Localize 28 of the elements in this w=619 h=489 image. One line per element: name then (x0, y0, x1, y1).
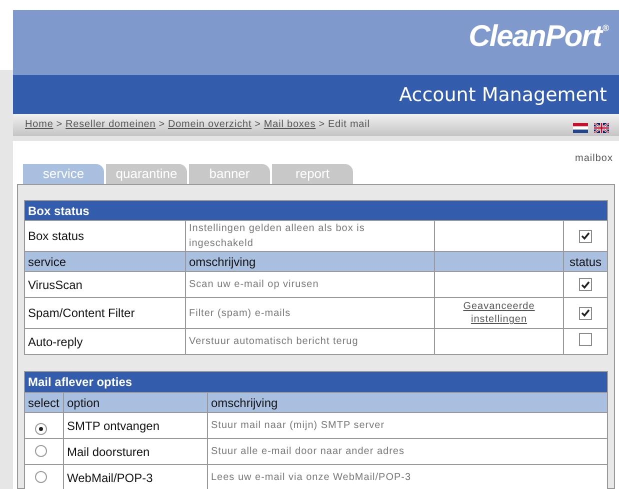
radio-button[interactable] (35, 445, 47, 458)
table-title: Box status (24, 200, 608, 221)
breadcrumb-separator: > (318, 118, 325, 132)
radio-button[interactable] (35, 471, 47, 484)
checkbox[interactable] (579, 278, 592, 292)
checkbox[interactable] (579, 230, 592, 243)
breadcrumb-link[interactable]: Home (25, 117, 54, 132)
dutch-flag-icon[interactable] (573, 123, 588, 134)
breadcrumb-link[interactable]: Mail boxes (264, 117, 316, 132)
section-label: mailbox (575, 152, 613, 166)
page-title: Account Management (399, 82, 607, 108)
radio-button[interactable] (35, 423, 47, 436)
british-flag-icon[interactable] (594, 123, 609, 134)
checkmark-icon (581, 232, 590, 240)
breadcrumb-separator: > (254, 118, 261, 132)
breadcrumb-separator: > (56, 118, 63, 132)
breadcrumb-link[interactable]: Domein overzicht (168, 117, 252, 132)
table-cell: Auto-reply (24, 328, 186, 355)
breadcrumb-link[interactable]: Reseller domeinen (66, 117, 156, 132)
table-title: Mail aflever opties (24, 372, 608, 393)
checkbox[interactable] (579, 332, 592, 346)
checkmark-icon (581, 309, 590, 318)
checkbox[interactable] (579, 306, 592, 320)
table-cell: Verstuur automatisch bericht terug (186, 328, 434, 355)
breadcrumb-separator: > (158, 118, 165, 132)
logo: CleanPort® (468, 22, 609, 52)
breadcrumb-current: Edit mail (328, 118, 370, 132)
checkmark-icon (581, 280, 590, 289)
